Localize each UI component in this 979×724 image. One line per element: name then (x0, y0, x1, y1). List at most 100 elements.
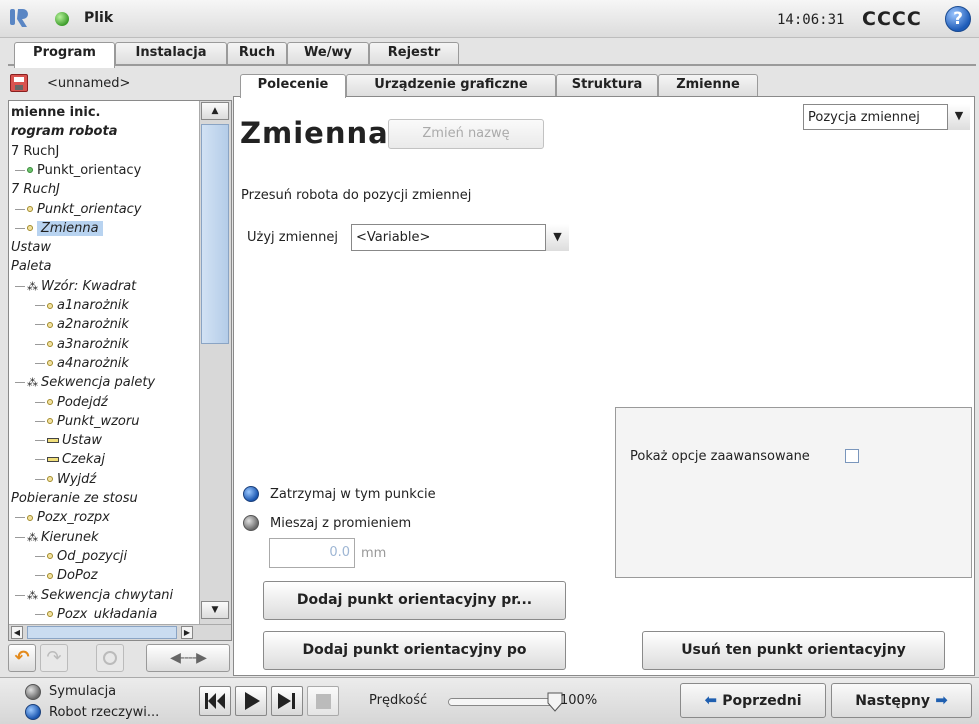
scroll-right-icon[interactable]: ▶ (181, 626, 193, 639)
tree-connector (35, 459, 45, 461)
scroll-down-icon[interactable]: ▼ (201, 601, 229, 619)
chevron-down-icon[interactable]: ▼ (947, 104, 970, 130)
cut-paste-icon[interactable]: ◀----▶ (146, 644, 230, 672)
tree-item[interactable]: rogram robota (9, 122, 117, 141)
scroll-thumb[interactable] (201, 124, 229, 344)
tree-item[interactable]: mienne inic. (9, 103, 100, 122)
tree-item[interactable]: a2narożnik (9, 315, 129, 334)
tree-connector (35, 440, 45, 442)
step-button[interactable] (271, 686, 303, 716)
stop-button[interactable] (307, 686, 339, 716)
tree-item[interactable]: 7 RuchJ (9, 142, 59, 161)
stop-radio[interactable] (243, 486, 259, 502)
tree-item[interactable]: Czekaj (9, 450, 105, 469)
tree-item-label: a1narożnik (57, 298, 129, 313)
blend-radius-input[interactable]: 0.0 (269, 538, 355, 568)
tree-item[interactable]: 7 RuchJ (9, 180, 60, 199)
tree-connector (35, 420, 45, 422)
tree-item[interactable]: Paleta (9, 257, 51, 276)
tree-item[interactable]: Pozx_układania (9, 605, 157, 619)
tab-command[interactable]: Polecenie (240, 74, 346, 98)
undo-icon[interactable]: ↶ (8, 644, 36, 672)
tree-item[interactable]: Punkt_wzoru (9, 412, 139, 431)
tree-connector (15, 169, 25, 171)
tree-hscrollbar[interactable]: ◀ ▶ (9, 624, 231, 640)
tree-item[interactable]: DoPoz (9, 566, 98, 585)
tree-item-label: Pozx_rozpx (37, 510, 110, 526)
page-title: Zmienna (240, 116, 389, 150)
tree-item[interactable]: ⁂ Sekwencja palety (9, 373, 155, 392)
real-robot-radio[interactable] (25, 704, 41, 720)
variable-dropdown[interactable]: <Variable> ▼ (351, 224, 569, 251)
tree-item[interactable]: Punkt_orientacy (9, 161, 141, 180)
tree-item[interactable]: Wyjdź (9, 470, 96, 489)
remove-waypoint-button[interactable]: Usuń ten punkt orientacyjny (642, 631, 945, 670)
tree-scrollbar[interactable]: ▲ ▼ (199, 101, 231, 624)
status-icon (55, 12, 69, 26)
position-type-dropdown[interactable]: Pozycja zmiennej ▼ (803, 104, 970, 130)
tab-structure[interactable]: Struktura (556, 74, 658, 96)
waypoint-icon (47, 399, 53, 405)
tree-item[interactable]: a1narożnik (9, 296, 129, 315)
scroll-left-icon[interactable]: ◀ (11, 626, 23, 639)
tree-item-label: Zmienna (37, 220, 103, 236)
simulation-radio[interactable] (25, 684, 41, 700)
chevron-down-icon[interactable]: ▼ (545, 224, 569, 251)
tree-toolbar: ↶ ↷ ◀----▶ (8, 644, 232, 674)
tree-item-label: Pobieranie ze stosu (11, 491, 138, 506)
pattern-icon: ⁂ (27, 376, 38, 390)
tree-connector (15, 208, 25, 210)
rename-button[interactable]: Zmień nazwę (388, 119, 544, 149)
file-menu[interactable]: Plik (84, 10, 113, 26)
tree-item[interactable]: Podejdź (9, 393, 108, 412)
blend-radio[interactable] (243, 515, 259, 531)
tab-move[interactable]: Ruch (227, 42, 287, 64)
tree-item[interactable]: Pobieranie ze stosu (9, 489, 138, 508)
tab-graphics[interactable]: Urządzenie graficzne (346, 74, 556, 96)
advanced-options-checkbox[interactable] (845, 449, 859, 463)
tree-item-label: 7 RuchJ (11, 143, 60, 159)
tree-item[interactable]: Ustaw (9, 238, 51, 257)
tree-item[interactable]: ⁂ Kierunek (9, 528, 98, 547)
tab-variables[interactable]: Zmienne (658, 74, 758, 96)
tab-log[interactable]: Rejestr (369, 42, 459, 64)
waypoint-icon (47, 418, 53, 425)
tree-item[interactable]: Ustaw (9, 431, 102, 450)
tree-connector (15, 536, 25, 538)
tree-item[interactable]: ⁂ Wzór: Kwadrat (9, 277, 136, 296)
waypoint-icon (27, 514, 33, 521)
tree-item[interactable]: a3narożnik (9, 335, 129, 354)
tree-item-label: a3narożnik (57, 336, 129, 352)
help-icon[interactable]: ? (945, 6, 971, 32)
rewind-button[interactable] (199, 686, 231, 716)
add-waypoint-before-button[interactable]: Dodaj punkt orientacyjny pr... (263, 581, 566, 620)
tree-item[interactable]: Zmienna (9, 219, 103, 238)
tree-item-label: Od_pozycji (57, 548, 128, 564)
waypoint-icon (27, 167, 33, 174)
add-waypoint-after-button[interactable]: Dodaj punkt orientacyjny po (263, 631, 566, 670)
suppress-icon[interactable] (96, 644, 124, 672)
scroll-up-icon[interactable]: ▲ (201, 102, 229, 120)
tree-item[interactable]: Od_pozycji (9, 547, 127, 566)
hscroll-thumb[interactable] (27, 626, 177, 639)
tree-item[interactable]: a4narożnik (9, 354, 129, 373)
next-button[interactable]: Następny ➡ (831, 683, 972, 718)
tree-connector (15, 227, 25, 229)
speed-slider[interactable] (448, 692, 563, 712)
tree-item[interactable]: ⁂ Sekwencja chwytani (9, 586, 173, 605)
tree-item[interactable]: Pozx_rozpx (9, 508, 110, 527)
waypoint-icon (47, 553, 53, 560)
previous-button[interactable]: ⬅ Poprzedni (680, 683, 826, 718)
tree-connector (15, 382, 25, 384)
tab-io[interactable]: We/wy (287, 42, 369, 64)
tab-program[interactable]: Program (14, 42, 115, 68)
play-button[interactable] (235, 686, 267, 716)
program-tree: mienne inic. rogram robota 7 RuchJ Punkt_or… (8, 100, 232, 641)
use-variable-label: Użyj zmiennej (247, 230, 338, 245)
tab-installation[interactable]: Instalacja (115, 42, 227, 64)
save-icon[interactable] (10, 74, 28, 92)
step-icon (278, 693, 295, 709)
redo-icon[interactable]: ↷ (40, 644, 68, 672)
waypoint-icon (27, 206, 33, 212)
tree-item[interactable]: Punkt_orientacy (9, 200, 142, 219)
